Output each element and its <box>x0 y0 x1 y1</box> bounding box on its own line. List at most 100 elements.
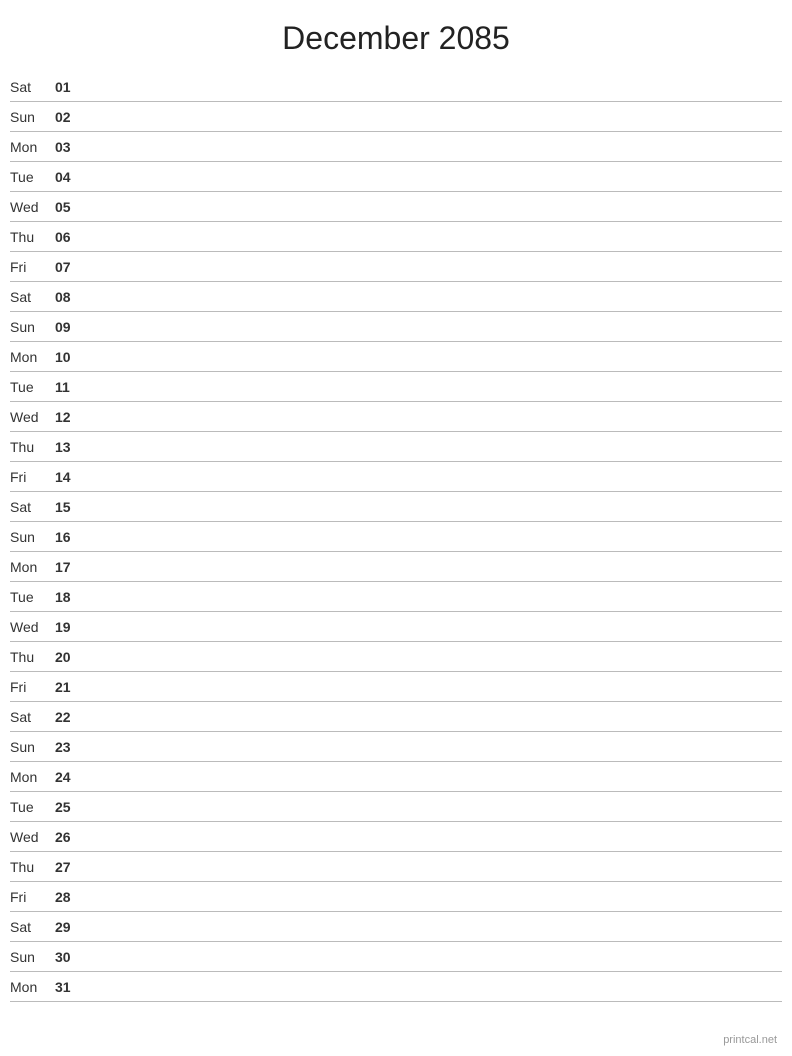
day-row: Sat29 <box>10 912 782 942</box>
day-line <box>85 86 782 87</box>
day-number: 31 <box>55 979 85 995</box>
day-line <box>85 446 782 447</box>
day-row: Fri14 <box>10 462 782 492</box>
day-name: Sat <box>10 709 55 725</box>
day-line <box>85 356 782 357</box>
day-row: Mon17 <box>10 552 782 582</box>
day-row: Tue11 <box>10 372 782 402</box>
day-number: 17 <box>55 559 85 575</box>
day-number: 27 <box>55 859 85 875</box>
day-number: 18 <box>55 589 85 605</box>
day-name: Wed <box>10 829 55 845</box>
day-row: Sun02 <box>10 102 782 132</box>
day-row: Wed26 <box>10 822 782 852</box>
day-row: Mon31 <box>10 972 782 1002</box>
day-row: Mon10 <box>10 342 782 372</box>
day-row: Mon24 <box>10 762 782 792</box>
page-title: December 2085 <box>0 0 792 72</box>
day-number: 05 <box>55 199 85 215</box>
day-row: Sat01 <box>10 72 782 102</box>
day-name: Sun <box>10 529 55 545</box>
day-number: 30 <box>55 949 85 965</box>
day-row: Sat15 <box>10 492 782 522</box>
day-name: Sun <box>10 739 55 755</box>
day-line <box>85 566 782 567</box>
day-name: Thu <box>10 859 55 875</box>
day-line <box>85 956 782 957</box>
day-name: Sat <box>10 289 55 305</box>
day-row: Fri28 <box>10 882 782 912</box>
day-number: 02 <box>55 109 85 125</box>
day-number: 13 <box>55 439 85 455</box>
day-line <box>85 986 782 987</box>
day-line <box>85 476 782 477</box>
day-row: Sun30 <box>10 942 782 972</box>
day-row: Tue25 <box>10 792 782 822</box>
day-number: 25 <box>55 799 85 815</box>
day-line <box>85 836 782 837</box>
day-name: Tue <box>10 799 55 815</box>
day-name: Mon <box>10 139 55 155</box>
day-number: 23 <box>55 739 85 755</box>
day-number: 24 <box>55 769 85 785</box>
day-number: 28 <box>55 889 85 905</box>
day-name: Tue <box>10 169 55 185</box>
day-name: Sat <box>10 79 55 95</box>
day-name: Sat <box>10 499 55 515</box>
day-row: Wed12 <box>10 402 782 432</box>
day-row: Wed19 <box>10 612 782 642</box>
day-row: Sat22 <box>10 702 782 732</box>
day-name: Mon <box>10 349 55 365</box>
day-name: Tue <box>10 589 55 605</box>
day-row: Sat08 <box>10 282 782 312</box>
day-number: 14 <box>55 469 85 485</box>
day-name: Sat <box>10 919 55 935</box>
day-number: 29 <box>55 919 85 935</box>
day-line <box>85 386 782 387</box>
day-number: 16 <box>55 529 85 545</box>
day-name: Sun <box>10 319 55 335</box>
calendar-grid: Sat01Sun02Mon03Tue04Wed05Thu06Fri07Sat08… <box>0 72 792 1002</box>
day-number: 12 <box>55 409 85 425</box>
day-row: Tue18 <box>10 582 782 612</box>
day-line <box>85 866 782 867</box>
day-number: 21 <box>55 679 85 695</box>
day-number: 26 <box>55 829 85 845</box>
day-name: Mon <box>10 769 55 785</box>
day-line <box>85 536 782 537</box>
day-number: 08 <box>55 289 85 305</box>
day-row: Tue04 <box>10 162 782 192</box>
day-line <box>85 806 782 807</box>
day-line <box>85 236 782 237</box>
day-number: 20 <box>55 649 85 665</box>
day-name: Thu <box>10 649 55 665</box>
day-row: Mon03 <box>10 132 782 162</box>
day-name: Fri <box>10 259 55 275</box>
footer-text: printcal.net <box>723 1034 777 1046</box>
day-line <box>85 146 782 147</box>
day-row: Fri07 <box>10 252 782 282</box>
day-name: Fri <box>10 889 55 905</box>
day-name: Wed <box>10 409 55 425</box>
day-line <box>85 416 782 417</box>
day-row: Thu06 <box>10 222 782 252</box>
day-name: Thu <box>10 439 55 455</box>
day-row: Wed05 <box>10 192 782 222</box>
day-row: Thu13 <box>10 432 782 462</box>
day-number: 22 <box>55 709 85 725</box>
day-number: 06 <box>55 229 85 245</box>
day-number: 19 <box>55 619 85 635</box>
day-line <box>85 776 782 777</box>
day-row: Fri21 <box>10 672 782 702</box>
day-name: Thu <box>10 229 55 245</box>
day-number: 04 <box>55 169 85 185</box>
day-row: Sun09 <box>10 312 782 342</box>
day-name: Wed <box>10 199 55 215</box>
day-name: Sun <box>10 109 55 125</box>
day-line <box>85 266 782 267</box>
day-name: Mon <box>10 559 55 575</box>
day-line <box>85 206 782 207</box>
day-line <box>85 596 782 597</box>
day-row: Sun16 <box>10 522 782 552</box>
day-line <box>85 296 782 297</box>
